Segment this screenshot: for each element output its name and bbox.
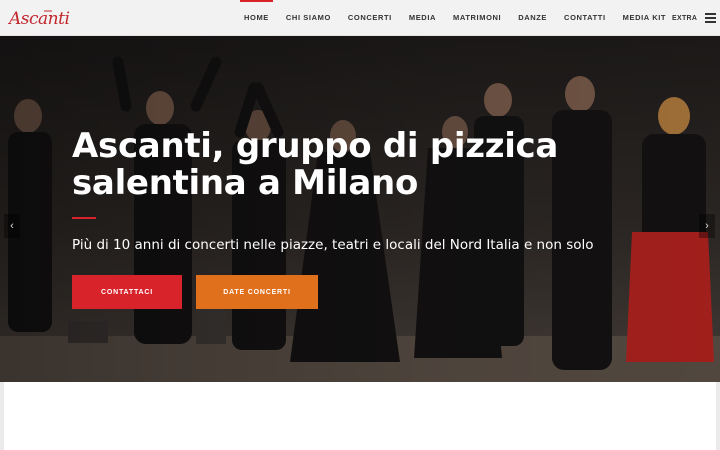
slider-prev-arrow-icon[interactable]: ‹	[4, 214, 20, 238]
hamburger-menu-icon[interactable]	[705, 13, 717, 23]
hero-title: Ascanti, gruppo di pizzica salentina a M…	[72, 126, 559, 203]
nav-media[interactable]: MEDIA	[409, 0, 436, 36]
nav-media-kit[interactable]: MEDIA KIT	[623, 0, 666, 36]
slider-next-arrow-icon[interactable]: ›	[699, 214, 715, 238]
contact-button[interactable]: CONTATTACI	[72, 275, 182, 309]
nav-matrimoni[interactable]: MATRIMONI	[453, 0, 501, 36]
hero-subtitle: Più di 10 anni di concerti nelle piazze,…	[72, 237, 594, 253]
ascanti-logo[interactable]: Ascanti	[8, 7, 72, 29]
hero-dark-overlay	[0, 36, 720, 382]
svg-text:Ascanti: Ascanti	[8, 9, 69, 29]
nav-concerti[interactable]: CONCERTI	[348, 0, 392, 36]
nav-chi-siamo[interactable]: CHI SIAMO	[286, 0, 331, 36]
nav-home[interactable]: HOME	[240, 0, 273, 36]
title-divider	[72, 217, 96, 219]
nav-danze[interactable]: DANZE	[518, 0, 547, 36]
concert-dates-button[interactable]: DATE CONCERTI	[196, 275, 318, 309]
content-section	[4, 382, 716, 450]
nav-contatti[interactable]: CONTATTI	[564, 0, 606, 36]
extra-menu-button[interactable]: EXTRA	[672, 0, 717, 36]
hero-slider: Ascanti, gruppo di pizzica salentina a M…	[0, 36, 720, 382]
extra-label: EXTRA	[672, 14, 698, 22]
main-nav: HOME CHI SIAMO CONCERTI MEDIA MATRIMONI …	[240, 0, 683, 36]
site-header: Ascanti HOME CHI SIAMO CONCERTI MEDIA MA…	[0, 0, 720, 36]
